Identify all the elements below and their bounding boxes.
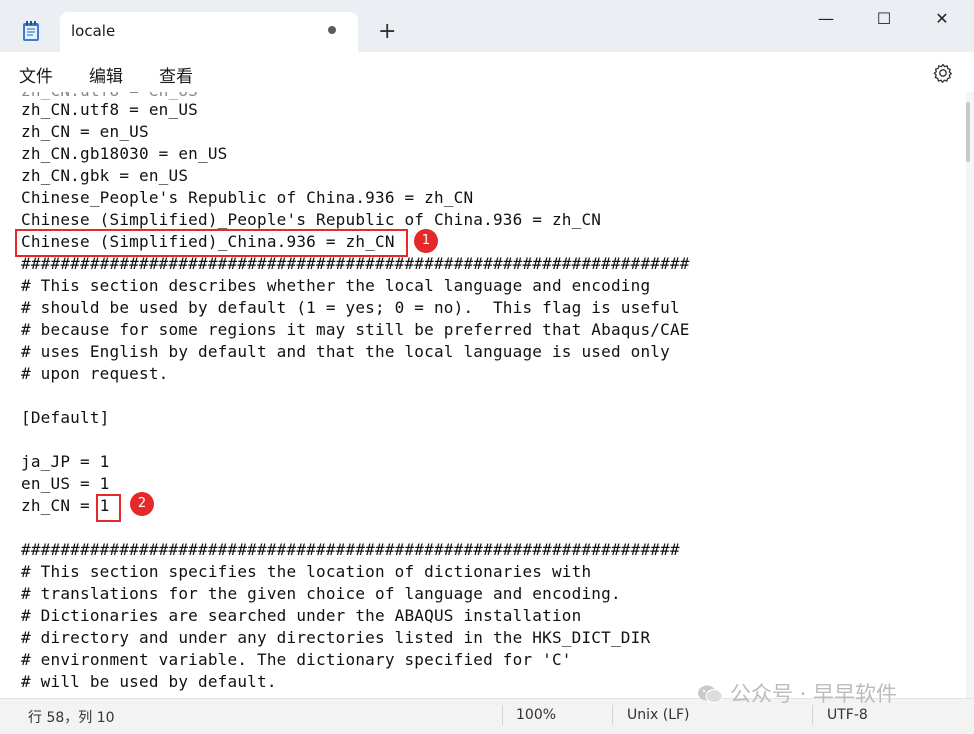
editor-line: # This section describes whether the loc… [21, 276, 651, 295]
editor-line: # Dictionaries are searched under the AB… [21, 606, 582, 625]
editor-line: # This section specifies the location of… [21, 562, 592, 581]
annotation-box-1 [15, 229, 408, 257]
new-tab-button[interactable]: + [378, 18, 396, 46]
title-bar: locale + — ☐ ✕ [0, 0, 974, 52]
encoding[interactable]: UTF-8 [827, 707, 868, 723]
cursor-position: 行 58，列 10 [28, 710, 115, 726]
editor-line: # environment variable. The dictionary s… [21, 650, 572, 669]
editor-line: Chinese_People's Republic of China.936 =… [21, 188, 474, 207]
status-divider [812, 705, 813, 725]
editor-line: [Default] [21, 408, 110, 427]
tab-title: locale [71, 22, 116, 40]
editor-line: en_US = 1 [21, 474, 110, 493]
editor-line: # directory and under any directories li… [21, 628, 651, 647]
text-editor[interactable]: zh_CN.utf8 = en_US zh_CN.utf8 = en_US zh… [0, 92, 964, 698]
close-button[interactable]: ✕ [922, 8, 962, 30]
editor-line: zh_CN.gb18030 = en_US [21, 144, 228, 163]
maximize-button[interactable]: ☐ [864, 8, 904, 30]
annotation-badge-2: 2 [130, 492, 154, 516]
menu-file[interactable]: 文件 [19, 62, 53, 87]
editor-line: # because for some regions it may still … [21, 320, 690, 339]
editor-line: # uses English by default and that the l… [21, 342, 670, 361]
menu-bar: 文件 编辑 查看 [0, 52, 974, 92]
scrollbar-thumb[interactable] [966, 102, 970, 162]
status-divider [502, 705, 503, 725]
editor-line: ja_JP = 1 [21, 452, 110, 471]
status-divider [612, 705, 613, 725]
wechat-icon [698, 685, 723, 703]
menu-view[interactable]: 查看 [159, 62, 193, 87]
editor-line: zh_CN.utf8 = en_US [21, 100, 198, 119]
editor-line: Chinese (Simplified)_People's Republic o… [21, 210, 602, 229]
annotation-badge-1: 1 [414, 229, 438, 253]
vertical-scrollbar[interactable] [966, 92, 974, 698]
watermark-text: 公众号 · 早早软件 [730, 682, 898, 706]
minimize-button[interactable]: — [806, 8, 846, 30]
editor-line: # should be used by default (1 = yes; 0 … [21, 298, 680, 317]
notepad-icon [23, 21, 39, 41]
line-ending[interactable]: Unix (LF) [627, 707, 690, 723]
editor-line: ########################################… [21, 540, 680, 559]
editor-line: zh_CN.gbk = en_US [21, 166, 189, 185]
editor-line: zh_CN = en_US [21, 122, 149, 141]
zoom-level[interactable]: 100% [516, 707, 556, 723]
editor-line: # will be used by default. [21, 672, 277, 691]
editor-line: # upon request. [21, 364, 169, 383]
tab-locale[interactable]: locale [60, 12, 358, 52]
settings-gear-icon[interactable] [932, 62, 954, 84]
unsaved-dot-icon[interactable] [328, 26, 336, 34]
editor-line: # translations for the given choice of l… [21, 584, 621, 603]
menu-edit[interactable]: 编辑 [89, 62, 123, 87]
annotation-box-2 [96, 494, 121, 522]
